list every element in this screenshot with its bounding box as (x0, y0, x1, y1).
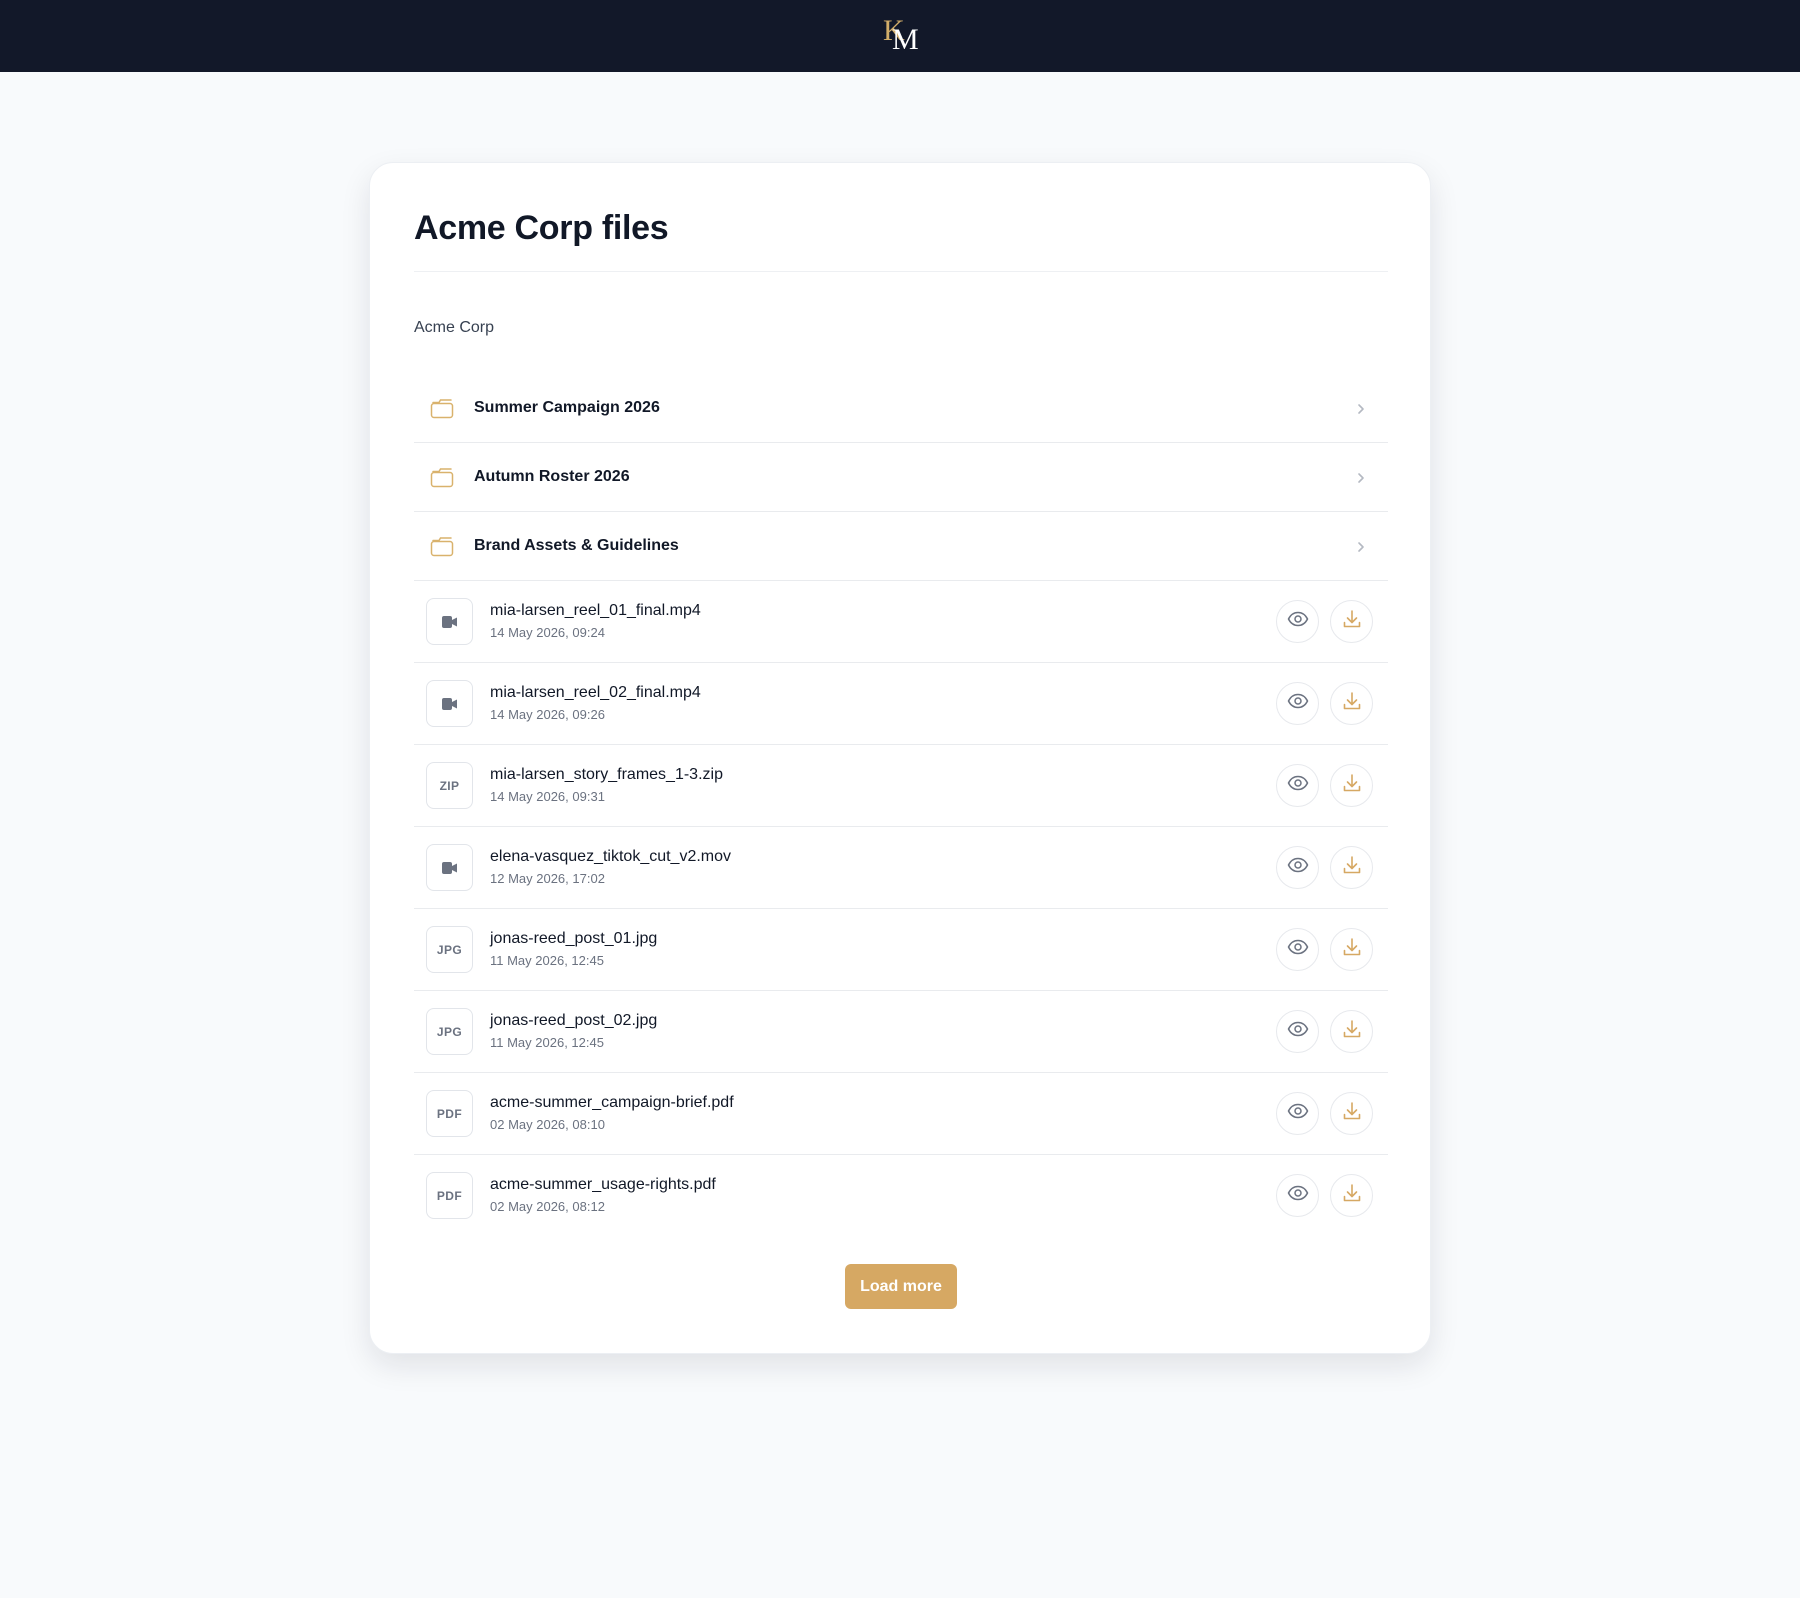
file-name: jonas-reed_post_01.jpg (490, 930, 658, 947)
view-button[interactable] (1276, 600, 1319, 643)
eye-icon (1287, 1103, 1309, 1124)
chevron-right-icon (1356, 471, 1366, 485)
download-icon (1342, 1101, 1362, 1126)
eye-icon (1287, 939, 1309, 960)
download-button[interactable] (1330, 764, 1373, 807)
file-row[interactable]: ZIP mia-larsen_story_frames_1-3.zip 14 May… (414, 745, 1388, 827)
logo-letter-m: M (892, 23, 919, 56)
file-date: 11 May 2026, 12:45 (490, 1035, 604, 1050)
top-navigation-bar: K M (0, 0, 1800, 72)
folder-name: Autumn Roster 2026 (474, 468, 630, 485)
file-row[interactable]: PDF acme-summer_usage-rights.pdf 02 May 20… (414, 1155, 1388, 1237)
title-divider (414, 271, 1388, 272)
file-row[interactable]: mia-larsen_reel_02_final.mp4 14 May 2026,… (414, 663, 1388, 745)
download-button[interactable] (1330, 1010, 1373, 1053)
view-button[interactable] (1276, 1174, 1319, 1217)
files-card: Acme Corp files Acme Corp Summer Campaig… (369, 162, 1431, 1354)
view-button[interactable] (1276, 928, 1319, 971)
file-date: 11 May 2026, 12:45 (490, 953, 604, 968)
chevron-right-icon (1356, 540, 1366, 554)
file-name: jonas-reed_post_02.jpg (490, 1012, 658, 1029)
eye-icon (1287, 1021, 1309, 1042)
folder-icon (430, 535, 454, 557)
download-icon (1342, 773, 1362, 798)
folder-icon (430, 397, 454, 419)
download-icon (1342, 691, 1362, 716)
download-button[interactable] (1330, 682, 1373, 725)
eye-icon (1287, 693, 1309, 714)
page-title: Acme Corp files (414, 209, 669, 247)
video-icon (426, 598, 473, 645)
jpg-icon: JPG (426, 926, 473, 973)
download-icon (1342, 1019, 1362, 1044)
zip-icon: ZIP (426, 762, 473, 809)
pdf-icon: PDF (426, 1172, 473, 1219)
download-button[interactable] (1330, 928, 1373, 971)
eye-icon (1287, 775, 1309, 796)
download-icon (1342, 609, 1362, 634)
view-button[interactable] (1276, 764, 1319, 807)
view-button[interactable] (1276, 682, 1319, 725)
download-icon (1342, 937, 1362, 962)
folder-row[interactable]: Brand Assets & Guidelines (414, 512, 1388, 581)
file-name: mia-larsen_story_frames_1-3.zip (490, 766, 723, 783)
file-date: 14 May 2026, 09:31 (490, 789, 605, 804)
file-row[interactable]: mia-larsen_reel_01_final.mp4 14 May 2026,… (414, 581, 1388, 663)
download-button[interactable] (1330, 846, 1373, 889)
km-logo[interactable]: K M (880, 14, 920, 58)
file-list: Summer Campaign 2026 Autumn Roster 2026 Br… (414, 374, 1388, 1237)
load-more-button[interactable]: Load more (845, 1264, 957, 1309)
file-date: 12 May 2026, 17:02 (490, 871, 605, 886)
file-row[interactable]: JPG jonas-reed_post_02.jpg 11 May 2026, 12… (414, 991, 1388, 1073)
folder-name: Summer Campaign 2026 (474, 399, 660, 416)
eye-icon (1287, 857, 1309, 878)
download-icon (1342, 855, 1362, 880)
folder-name: Brand Assets & Guidelines (474, 537, 679, 554)
file-name: elena-vasquez_tiktok_cut_v2.mov (490, 848, 732, 865)
file-name: acme-summer_usage-rights.pdf (490, 1176, 716, 1193)
eye-icon (1287, 1185, 1309, 1206)
file-row[interactable]: JPG jonas-reed_post_01.jpg 11 May 2026, 12… (414, 909, 1388, 991)
eye-icon (1287, 611, 1309, 632)
jpg-icon: JPG (426, 1008, 473, 1055)
file-date: 14 May 2026, 09:24 (490, 625, 605, 640)
file-name: mia-larsen_reel_02_final.mp4 (490, 684, 701, 701)
view-button[interactable] (1276, 1010, 1319, 1053)
folder-icon (430, 466, 454, 488)
download-icon (1342, 1183, 1362, 1208)
download-button[interactable] (1330, 1174, 1373, 1217)
download-button[interactable] (1330, 1092, 1373, 1135)
file-row[interactable]: elena-vasquez_tiktok_cut_v2.mov 12 May 20… (414, 827, 1388, 909)
folder-row[interactable]: Autumn Roster 2026 (414, 443, 1388, 512)
file-date: 02 May 2026, 08:12 (490, 1199, 605, 1214)
breadcrumb[interactable]: Acme Corp (414, 319, 494, 337)
file-date: 02 May 2026, 08:10 (490, 1117, 605, 1132)
view-button[interactable] (1276, 846, 1319, 889)
file-date: 14 May 2026, 09:26 (490, 707, 605, 722)
pdf-icon: PDF (426, 1090, 473, 1137)
download-button[interactable] (1330, 600, 1373, 643)
folder-row[interactable]: Summer Campaign 2026 (414, 374, 1388, 443)
view-button[interactable] (1276, 1092, 1319, 1135)
chevron-right-icon (1356, 402, 1366, 416)
file-name: mia-larsen_reel_01_final.mp4 (490, 602, 701, 619)
video-icon (426, 844, 473, 891)
video-icon (426, 680, 473, 727)
file-row[interactable]: PDF acme-summer_campaign-brief.pdf 02 May … (414, 1073, 1388, 1155)
file-name: acme-summer_campaign-brief.pdf (490, 1094, 734, 1111)
page-footer-strip (0, 1598, 1800, 1609)
